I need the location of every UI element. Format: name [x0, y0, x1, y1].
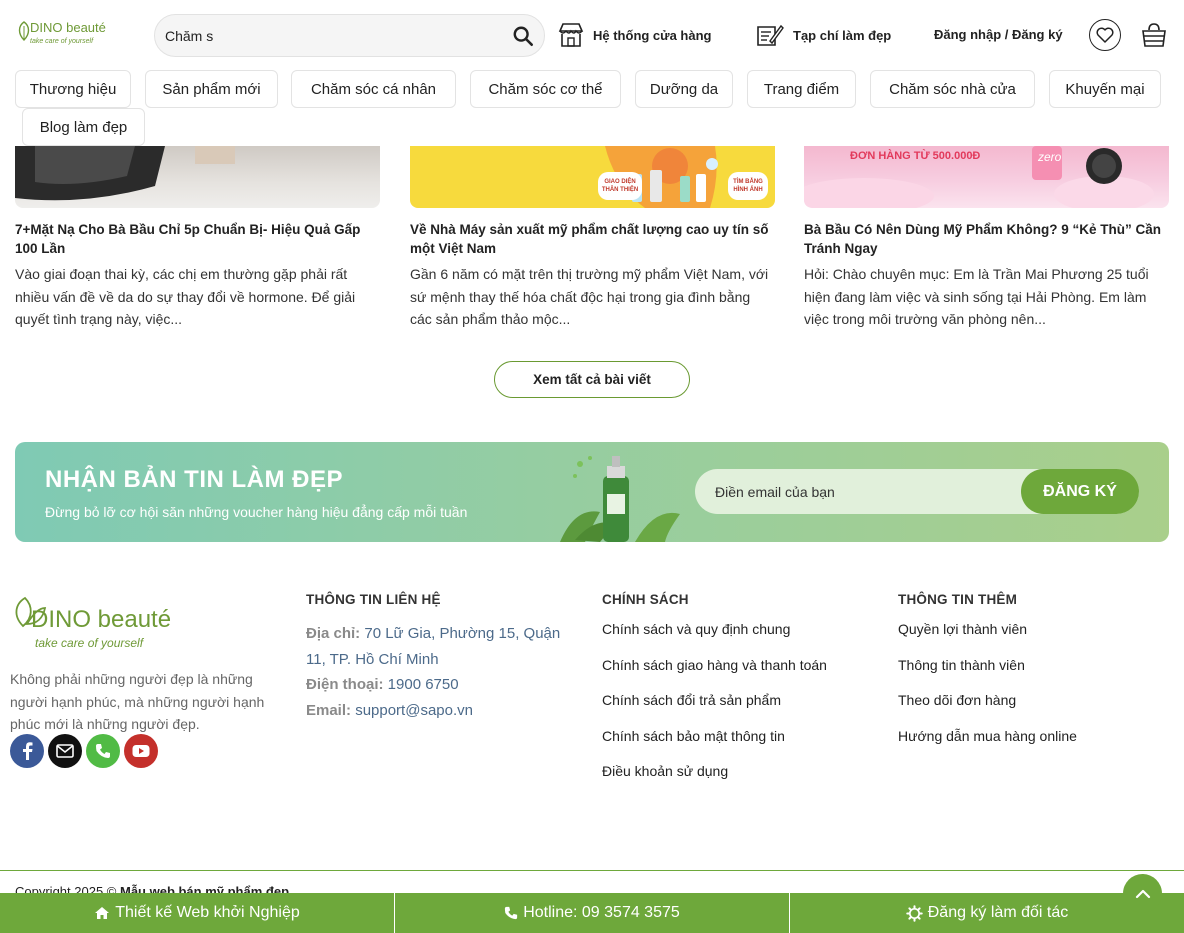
footer-more-heading: THÔNG TIN THÊM	[898, 592, 1018, 607]
search-input[interactable]	[165, 23, 495, 49]
login-register-link[interactable]: Đăng nhập / Đăng ký	[934, 27, 1063, 42]
youtube-link[interactable]	[124, 734, 158, 768]
phone-icon	[505, 906, 518, 920]
logo-text: DINO beauté	[30, 20, 106, 35]
magazine-icon	[757, 24, 784, 46]
gear-icon	[905, 904, 923, 922]
category-duong-da[interactable]: Dưỡng da	[635, 70, 733, 108]
store-icon	[558, 23, 584, 47]
home-icon	[95, 907, 110, 919]
logo-tagline: take care of yourself	[30, 38, 94, 45]
newsletter-banner: NHẬN BẢN TIN LÀM ĐẸP Đừng bỏ lỡ cơ hội s…	[15, 442, 1169, 542]
newsletter-form: ĐĂNG KÝ	[695, 469, 1139, 514]
store-system-label: Hệ thống cửa hàng	[593, 27, 712, 43]
heart-icon	[1096, 27, 1114, 43]
serum-bottle-image	[560, 456, 680, 542]
startup-web-design-label: Thiết kế Web khởi Nghiệp	[115, 904, 300, 921]
youtube-icon	[132, 745, 150, 757]
article-title[interactable]: 7+Mặt Nạ Cho Bà Bầu Chỉ 5p Chuẩn Bị- Hiệ…	[15, 220, 375, 258]
footer-contact-heading: THÔNG TIN LIÊN HỆ	[306, 592, 441, 607]
more-info-link[interactable]: Hướng dẫn mua hàng online	[898, 728, 1077, 764]
beauty-magazine-label: Tạp chí làm đẹp	[793, 27, 892, 43]
footer-logo-text: DINO beauté	[31, 606, 172, 633]
category-trang-diem[interactable]: Trang điểm	[747, 70, 856, 108]
email-value[interactable]: support@sapo.vn	[355, 702, 473, 719]
bottom-action-bar: Thiết kế Web khởi Nghiệp Hotline: 09 357…	[0, 893, 1184, 933]
site-logo[interactable]: DINO beauté take care of yourself	[16, 18, 106, 52]
thumb-brand-text: zero	[1038, 150, 1062, 164]
footer-about-text: Không phải những người đẹp là những ngườ…	[10, 671, 265, 732]
cart-icon[interactable]	[1140, 21, 1168, 49]
footer-divider	[0, 870, 1184, 871]
category-cham-soc-ca-nhan[interactable]: Chăm sóc cá nhân	[291, 70, 456, 108]
category-cham-soc-co-the[interactable]: Chăm sóc cơ thể	[470, 70, 621, 108]
more-info-link[interactable]: Thông tin thành viên	[898, 657, 1077, 693]
footer-more-column: THÔNG TIN THÊM Quyền lợi thành viên Thôn…	[898, 592, 1077, 763]
search-icon[interactable]	[512, 25, 534, 47]
chevron-up-icon	[1135, 889, 1150, 898]
category-thuong-hieu[interactable]: Thương hiệu	[15, 70, 131, 108]
article-title[interactable]: Bà Bầu Có Nên Dùng Mỹ Phẩm Không? 9 “Kẻ …	[804, 220, 1164, 258]
policy-link[interactable]: Chính sách giao hàng và thanh toán	[602, 657, 827, 693]
footer-logo[interactable]: DINO beauté take care of yourself	[13, 594, 171, 654]
social-links	[10, 734, 158, 768]
store-system-link[interactable]: Hệ thống cửa hàng	[557, 20, 711, 50]
search-box	[154, 14, 545, 57]
back-to-top-button[interactable]	[1123, 874, 1162, 913]
article-thumbnail[interactable]	[15, 146, 380, 208]
facebook-icon	[23, 742, 33, 760]
phone-link[interactable]	[86, 734, 120, 768]
footer-policy-column: CHÍNH SÁCH Chính sách và quy định chung …	[602, 592, 827, 799]
policy-link[interactable]: Chính sách bảo mật thông tin	[602, 728, 827, 764]
hotline-label: Hotline: 09 3574 3575	[523, 904, 680, 921]
article-excerpt: Gần 6 năm có mặt trên thị trường mỹ phẩm…	[410, 266, 769, 327]
article-title[interactable]: Về Nhà Máy sản xuất mỹ phẩm chất lượng c…	[410, 220, 770, 258]
article-thumbnail[interactable]: GIAO DIỆN THÂN THIỆN TÌM BẰNG HÌNH ẢNH	[410, 146, 775, 208]
newsletter-title: NHẬN BẢN TIN LÀM ĐẸP	[45, 466, 343, 493]
phone-value[interactable]: 1900 6750	[388, 676, 459, 693]
email-link[interactable]	[48, 734, 82, 768]
envelope-icon	[56, 744, 74, 758]
more-info-link[interactable]: Quyền lợi thành viên	[898, 621, 1077, 657]
more-info-link[interactable]: Theo dõi đơn hàng	[898, 692, 1077, 728]
startup-web-design-link[interactable]: Thiết kế Web khởi Nghiệp	[0, 893, 395, 933]
footer-policy-links: Chính sách và quy định chung Chính sách …	[602, 621, 827, 799]
footer-more-links: Quyền lợi thành viên Thông tin thành viê…	[898, 621, 1077, 763]
footer-logo-tagline: take care of yourself	[35, 636, 144, 650]
phone-icon	[96, 744, 110, 758]
thumb-badge: GIAO DIỆN THÂN THIỆN	[598, 172, 642, 200]
article-thumbnail[interactable]: ĐƠN HÀNG TỪ 500.000Đ zero	[804, 146, 1169, 208]
category-san-pham-moi[interactable]: Sản phẩm mới	[145, 70, 278, 108]
cosmetics-banner-image	[605, 146, 718, 208]
category-blog-lam-dep[interactable]: Blog làm đẹp	[22, 108, 145, 146]
policy-link[interactable]: Chính sách và quy định chung	[602, 621, 827, 657]
address-label: Địa chỉ:	[306, 625, 361, 642]
footer-contact-info: Địa chỉ: 70 Lữ Gia, Phường 15, Quận 11, …	[306, 621, 566, 723]
newsletter-email-input[interactable]	[715, 481, 1015, 503]
thumb-badge: TÌM BẰNG HÌNH ẢNH	[728, 172, 768, 200]
category-khuyen-mai[interactable]: Khuyến mại	[1049, 70, 1161, 108]
footer-contact-column: THÔNG TIN LIÊN HỆ Địa chỉ: 70 Lữ Gia, Ph…	[306, 592, 566, 723]
policy-link[interactable]: Chính sách đổi trả sản phẩm	[602, 692, 827, 728]
view-all-posts-button[interactable]: Xem tất cả bài viết	[494, 361, 690, 398]
beauty-magazine-link[interactable]: Tạp chí làm đẹp	[755, 20, 891, 50]
newsletter-subscribe-button[interactable]: ĐĂNG KÝ	[1021, 469, 1139, 514]
policy-link[interactable]: Điều khoản sử dụng	[602, 763, 827, 799]
phone-label: Điện thoại:	[306, 676, 384, 693]
mask-product-image	[15, 146, 235, 201]
site-header: DINO beauté take care of yourself Hệ thố…	[0, 0, 1184, 146]
category-cham-soc-nha-cua[interactable]: Chăm sóc nhà cửa	[870, 70, 1035, 108]
thumb-banner-text: ĐƠN HÀNG TỪ 500.000Đ	[850, 150, 981, 162]
article-excerpt: Hỏi: Chào chuyên mục: Em là Trần Mai Phư…	[804, 266, 1149, 327]
partner-register-label: Đăng ký làm đối tác	[927, 904, 1069, 921]
facebook-link[interactable]	[10, 734, 44, 768]
email-label: Email:	[306, 701, 352, 719]
footer-policy-heading: CHÍNH SÁCH	[602, 592, 689, 607]
newsletter-subtitle: Đừng bỏ lỡ cơ hội săn những voucher hàng…	[45, 504, 468, 520]
wishlist-button[interactable]	[1089, 19, 1121, 51]
hotline-link[interactable]: Hotline: 09 3574 3575	[395, 893, 790, 933]
article-excerpt: Vào giai đoạn thai kỳ, các chị em thường…	[15, 266, 356, 327]
